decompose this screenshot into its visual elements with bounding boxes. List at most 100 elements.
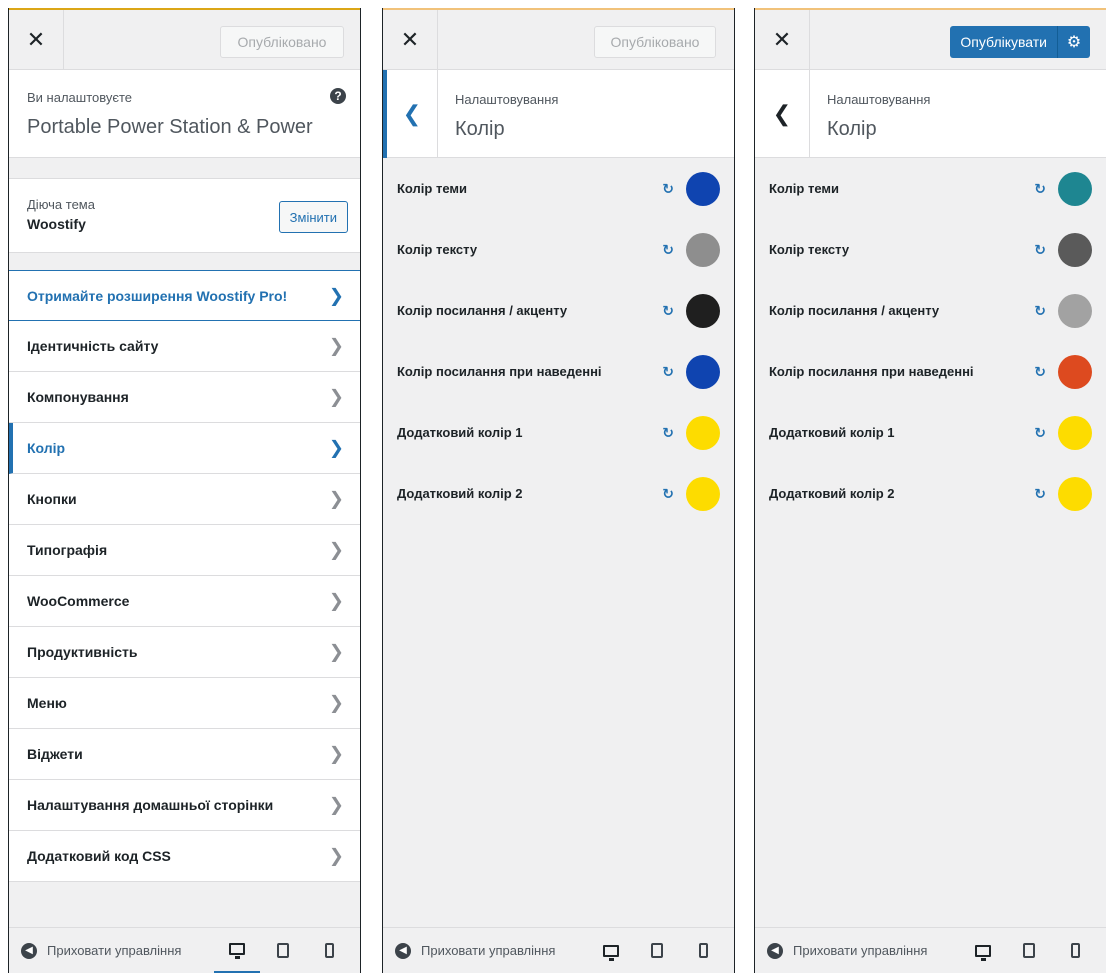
color-setting-label: Колір тексту (397, 242, 478, 257)
customizer-panel-main: ✕ Опубліковано Ви налаштовуєте ? Portabl… (8, 8, 361, 973)
reset-icon[interactable]: ↻ (662, 302, 674, 319)
menu-item[interactable]: Кнопки ❯ (9, 474, 360, 525)
reset-icon[interactable]: ↻ (1034, 424, 1046, 441)
collapse-icon: ◀ (767, 942, 783, 959)
menu-item[interactable]: Продуктивність ❯ (9, 627, 360, 678)
chevron-right-icon: ❯ (328, 692, 344, 713)
color-setting-row: Колір посилання / акценту ↻ (383, 280, 734, 341)
menu-item[interactable]: Додатковий код CSS ❯ (9, 831, 360, 882)
chevron-left-icon[interactable]: ❮ (383, 70, 438, 158)
close-icon[interactable]: ✕ (755, 10, 810, 70)
color-setting-row: Колір посилання при наведенні ↻ (383, 341, 734, 402)
publish-button[interactable]: Опублікувати (950, 26, 1058, 58)
gear-icon[interactable]: ⚙ (1058, 26, 1090, 58)
color-swatch[interactable] (1058, 293, 1092, 328)
reset-icon[interactable]: ↻ (662, 241, 674, 258)
menu-item[interactable]: Ідентичність сайту ❯ (9, 321, 360, 372)
color-setting-row: Додатковий колір 1 ↻ (755, 402, 1106, 463)
reset-icon[interactable]: ↻ (1034, 241, 1046, 258)
hide-controls-button[interactable]: ◀ Приховати управління (383, 942, 588, 959)
section-header: ❮ Налаштовування Колір (383, 70, 734, 158)
hide-controls-button[interactable]: ◀ Приховати управління (755, 942, 960, 959)
menu-item[interactable]: Налаштування домашньої сторінки ❯ (9, 780, 360, 831)
tablet-preview-button[interactable] (1006, 928, 1052, 973)
color-setting-row: Колір теми ↻ (755, 158, 1106, 219)
menu-item[interactable]: Віджети ❯ (9, 729, 360, 780)
menu-item-label: Налаштування домашньої сторінки (27, 797, 274, 813)
pro-upsell-link[interactable]: Отримайте розширення Woostify Pro! ❯ (9, 270, 360, 321)
customizer-panel-colors-after: ✕ Опублікувати ⚙ ❮ Налаштовування Колір … (754, 8, 1106, 973)
tablet-preview-button[interactable] (260, 928, 306, 973)
mobile-preview-button[interactable] (1052, 928, 1098, 973)
reset-icon[interactable]: ↻ (1034, 302, 1046, 319)
mobile-icon (698, 943, 708, 958)
color-swatch[interactable] (686, 476, 720, 511)
color-swatch[interactable] (1058, 354, 1092, 389)
color-list: Колір теми ↻ Колір тексту ↻ Колір посилання … (755, 158, 1106, 524)
tablet-preview-button[interactable] (634, 928, 680, 973)
mobile-preview-button[interactable] (680, 928, 726, 973)
mobile-icon (324, 943, 334, 958)
color-setting-row: Додатковий колір 2 ↻ (755, 463, 1106, 524)
color-setting-label: Додатковий колір 2 (397, 486, 523, 501)
chevron-left-icon[interactable]: ❮ (755, 70, 810, 158)
menu-item[interactable]: WooCommerce ❯ (9, 576, 360, 627)
mobile-preview-button[interactable] (306, 928, 352, 973)
breadcrumb: Налаштовування (455, 92, 559, 107)
desktop-icon (603, 944, 619, 961)
color-setting-row: Колір посилання при наведенні ↻ (755, 341, 1106, 402)
menu-item[interactable]: Колір ❯ (9, 423, 360, 474)
color-setting-label: Колір теми (769, 181, 840, 196)
menu-item[interactable]: Компонування ❯ (9, 372, 360, 423)
desktop-icon (229, 943, 245, 959)
desktop-preview-button[interactable] (214, 928, 260, 973)
publish-button-group: Опублікувати ⚙ (950, 26, 1090, 58)
color-setting-label: Колір посилання при наведенні (397, 364, 602, 379)
color-setting-label: Колір теми (397, 181, 468, 196)
chevron-right-icon: ❯ (328, 386, 344, 407)
color-swatch[interactable] (1058, 476, 1092, 511)
customizer-footer: ◀ Приховати управління (9, 927, 360, 973)
color-swatch[interactable] (686, 415, 720, 450)
reset-icon[interactable]: ↻ (1034, 363, 1046, 380)
reset-icon[interactable]: ↻ (662, 180, 674, 197)
menu-item-label: Віджети (27, 746, 83, 762)
close-icon[interactable]: ✕ (383, 10, 438, 70)
reset-icon[interactable]: ↻ (1034, 485, 1046, 502)
desktop-preview-button[interactable] (960, 928, 1006, 973)
color-setting-label: Додатковий колір 1 (397, 425, 523, 440)
color-swatch[interactable] (1058, 415, 1092, 450)
menu-item-label: Додатковий код CSS (27, 848, 171, 864)
hide-controls-button[interactable]: ◀ Приховати управління (9, 942, 214, 959)
tablet-icon (651, 943, 663, 958)
chevron-right-icon: ❯ (328, 437, 344, 458)
published-button: Опубліковано (594, 26, 716, 58)
pro-upsell-label: Отримайте розширення Woostify Pro! (27, 287, 288, 304)
menu-item[interactable]: Меню ❯ (9, 678, 360, 729)
color-list: Колір теми ↻ Колір тексту ↻ Колір посилання … (383, 158, 734, 524)
reset-icon[interactable]: ↻ (662, 485, 674, 502)
color-swatch[interactable] (686, 293, 720, 328)
reset-icon[interactable]: ↻ (1034, 180, 1046, 197)
change-theme-button[interactable]: Змінити (278, 201, 348, 233)
active-theme-label: Діюча тема (27, 197, 95, 212)
panel-header: ✕ Опублікувати ⚙ (755, 10, 1106, 70)
menu-item[interactable]: Типографія ❯ (9, 525, 360, 576)
chevron-right-icon: ❯ (328, 743, 344, 764)
color-swatch[interactable] (686, 354, 720, 389)
color-swatch[interactable] (1058, 232, 1092, 267)
published-button: Опубліковано (220, 26, 344, 58)
close-icon[interactable]: ✕ (9, 10, 64, 70)
color-setting-row: Колір теми ↻ (383, 158, 734, 219)
desktop-preview-button[interactable] (588, 928, 634, 973)
menu-item-label: Типографія (27, 542, 108, 558)
help-icon[interactable]: ? (330, 88, 346, 104)
color-setting-label: Колір тексту (769, 242, 850, 257)
color-swatch[interactable] (686, 232, 720, 267)
reset-icon[interactable]: ↻ (662, 363, 674, 380)
color-swatch[interactable] (1058, 171, 1092, 206)
chevron-right-icon: ❯ (328, 539, 344, 560)
reset-icon[interactable]: ↻ (662, 424, 674, 441)
chevron-right-icon: ❯ (328, 641, 344, 662)
color-swatch[interactable] (686, 171, 720, 206)
